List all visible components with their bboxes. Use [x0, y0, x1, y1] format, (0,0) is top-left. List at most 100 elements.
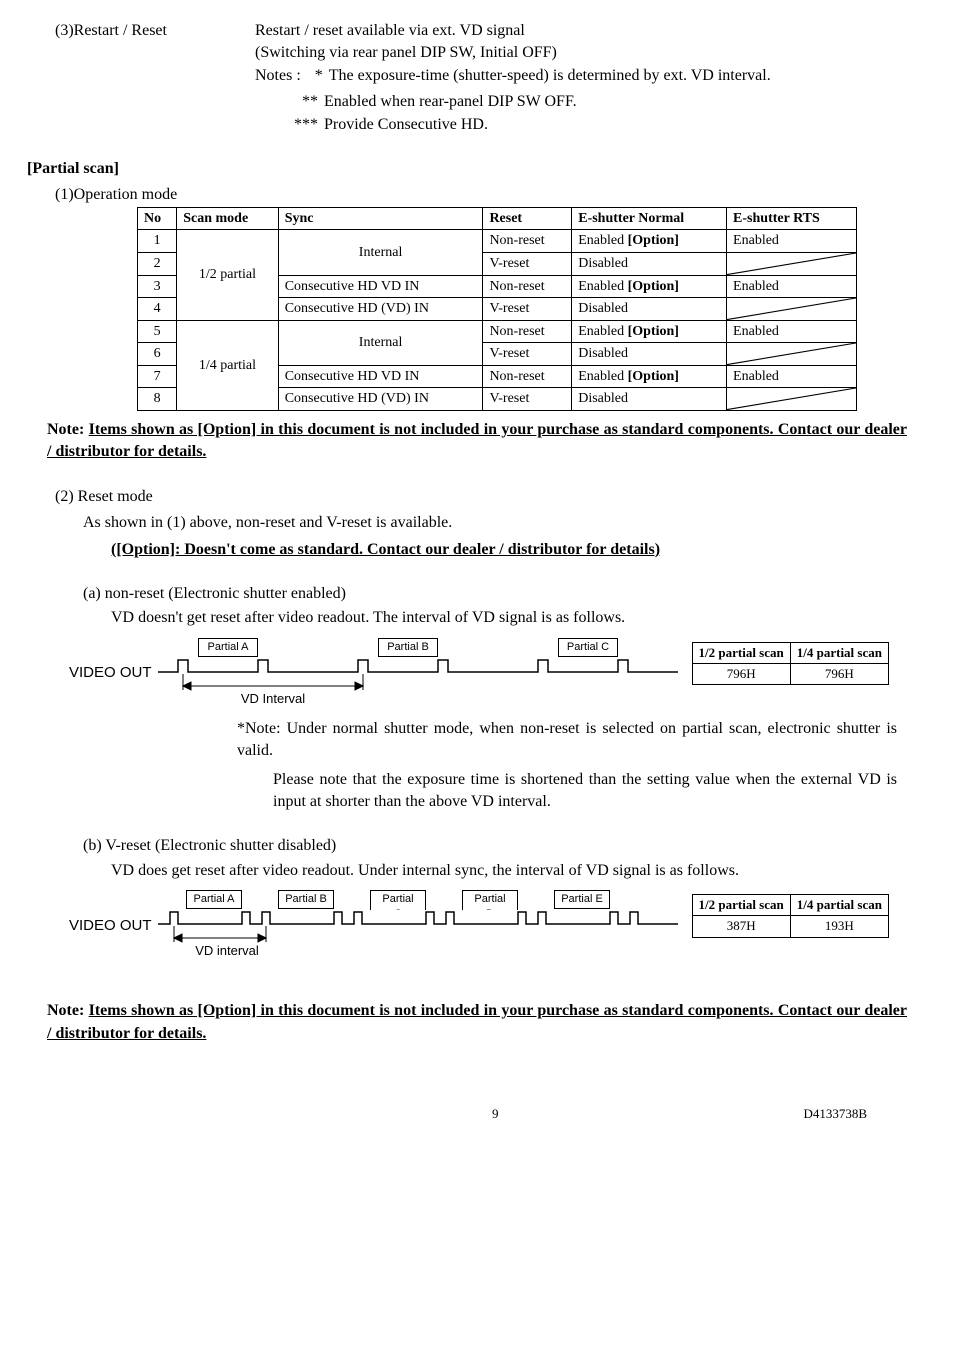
cell-reset: Non-reset [483, 275, 572, 298]
table-row: 796H 796H [692, 664, 888, 685]
scan-a2: 796H [790, 664, 888, 685]
cell-reset: Non-reset [483, 320, 572, 343]
partial-c-box: Partial C [558, 638, 618, 657]
page-number: 9 [187, 1105, 803, 1123]
table-row: 1/2 partial scan 1/4 partial scan [692, 642, 888, 663]
note-1-stars: * [301, 65, 329, 87]
partial-b-box: Partial B [378, 638, 438, 657]
partial-d-box: Partial D [462, 890, 518, 910]
cell-no: 8 [138, 388, 177, 411]
restart-body: Restart / reset available via ext. VD si… [255, 20, 927, 87]
cell-sync: Internal [278, 320, 483, 365]
restart-label: (3)Restart / Reset [55, 20, 255, 87]
note-body: Items shown as [Option] in this document… [47, 421, 907, 460]
cell-no: 1 [138, 230, 177, 253]
cell-sync: Consecutive HD VD IN [278, 275, 483, 298]
diagram-a: VIDEO OUT Partial A Partial B Partial C … [69, 638, 927, 708]
cell-normal: Disabled [572, 252, 727, 275]
scan-h1: 1/2 partial scan [692, 895, 790, 916]
b-line: VD does get reset after video readout. U… [111, 860, 897, 882]
a-label: (a) non-reset (Electronic shutter enable… [83, 583, 927, 605]
scan-h2: 1/4 partial scan [790, 642, 888, 663]
cell-normal: Enabled [Option] [572, 365, 727, 388]
col-sync: Sync [278, 207, 483, 230]
reset-mode-label: (2) Reset mode [55, 486, 927, 508]
cell-normal: Enabled [Option] [572, 230, 727, 253]
cell-no: 4 [138, 298, 177, 321]
timing-wave-b: Partial A Partial B Partial C Partial D … [158, 890, 678, 960]
cell-mode: 1/4 partial [177, 320, 278, 410]
cell-diag [727, 298, 857, 321]
option-line: ([Option]: Doesn't come as standard. Con… [111, 539, 927, 561]
scan-b1: 387H [692, 916, 790, 937]
cell-no: 5 [138, 320, 177, 343]
reset-mode-line: As shown in (1) above, non-reset and V-r… [83, 512, 927, 534]
note-1-body: The exposure-time (shutter-speed) is det… [329, 65, 927, 87]
cell-sync: Consecutive HD (VD) IN [278, 388, 483, 411]
vd-interval-a: VD Interval [218, 690, 328, 708]
vd-interval-b: VD interval [182, 942, 272, 960]
a-line: VD doesn't get reset after video readout… [111, 607, 927, 629]
cell-diag [727, 252, 857, 275]
restart-section: (3)Restart / Reset Restart / reset avail… [27, 20, 927, 87]
table-row: 5 1/4 partial Internal Non-reset Enabled… [138, 320, 857, 343]
note-2-stars: ** [282, 91, 324, 113]
table-row: 1 1/2 partial Internal Non-reset Enabled… [138, 230, 857, 253]
final-note: Note: Items shown as [Option] in this do… [47, 1000, 907, 1045]
table-row: 1/2 partial scan 1/4 partial scan [692, 895, 888, 916]
scan-a1: 796H [692, 664, 790, 685]
col-no: No [138, 207, 177, 230]
restart-line2: (Switching via rear panel DIP SW, Initia… [255, 42, 927, 64]
cell-rts: Enabled [727, 230, 857, 253]
cell-rts: Enabled [727, 320, 857, 343]
cell-no: 2 [138, 252, 177, 275]
col-normal: E-shutter Normal [572, 207, 727, 230]
cell-reset: V-reset [483, 343, 572, 366]
partial-c-box: Partial C [370, 890, 426, 910]
partial-a-box: Partial A [198, 638, 258, 657]
cell-sync: Consecutive HD VD IN [278, 365, 483, 388]
diagram-b: VIDEO OUT Partial A Partial B Partial C … [69, 890, 927, 960]
scan-table-b: 1/2 partial scan 1/4 partial scan 387H 1… [692, 894, 889, 937]
partial-b-box: Partial B [278, 890, 334, 909]
note-prefix: Note: [47, 421, 89, 438]
cell-reset: V-reset [483, 388, 572, 411]
cell-reset: V-reset [483, 252, 572, 275]
note-3-body: Provide Consecutive HD. [324, 114, 927, 136]
video-out-label: VIDEO OUT [69, 662, 152, 683]
scan-table-a: 1/2 partial scan 1/4 partial scan 796H 7… [692, 642, 889, 685]
col-reset: Reset [483, 207, 572, 230]
cell-no: 6 [138, 343, 177, 366]
a-note-1: *Note: Under normal shutter mode, when n… [237, 718, 897, 763]
cell-reset: V-reset [483, 298, 572, 321]
scan-h1: 1/2 partial scan [692, 642, 790, 663]
option-note-1: Note: Items shown as [Option] in this do… [47, 419, 907, 464]
cell-sync: Consecutive HD (VD) IN [278, 298, 483, 321]
col-rts: E-shutter RTS [727, 207, 857, 230]
operation-mode-table: No Scan mode Sync Reset E-shutter Normal… [137, 207, 857, 411]
col-mode: Scan mode [177, 207, 278, 230]
table-row: 387H 193H [692, 916, 888, 937]
note-2-row: ** Enabled when rear-panel DIP SW OFF. [282, 91, 927, 113]
scan-b2: 193H [790, 916, 888, 937]
notes-label: Notes : [255, 65, 301, 87]
final-note-body: Items shown as [Option] in this document… [47, 1002, 907, 1041]
cell-no: 3 [138, 275, 177, 298]
page-footer: 9 D4133738B [27, 1105, 927, 1123]
partial-e-box: Partial E [554, 890, 610, 909]
partial-a-box: Partial A [186, 890, 242, 909]
note-3-row: *** Provide Consecutive HD. [282, 114, 927, 136]
cell-normal: Disabled [572, 388, 727, 411]
operation-mode-label: (1)Operation mode [55, 184, 927, 206]
cell-mode: 1/2 partial [177, 230, 278, 320]
restart-line1: Restart / reset available via ext. VD si… [255, 20, 927, 42]
note-3-stars: *** [282, 114, 324, 136]
restart-notes-row: Notes : * The exposure-time (shutter-spe… [255, 65, 927, 87]
cell-normal: Enabled [Option] [572, 320, 727, 343]
video-out-label: VIDEO OUT [69, 915, 152, 936]
cell-normal: Disabled [572, 298, 727, 321]
table-row: No Scan mode Sync Reset E-shutter Normal… [138, 207, 857, 230]
cell-diag [727, 343, 857, 366]
b-label: (b) V-reset (Electronic shutter disabled… [83, 835, 927, 857]
timing-wave-a: Partial A Partial B Partial C VD Interva… [158, 638, 678, 708]
